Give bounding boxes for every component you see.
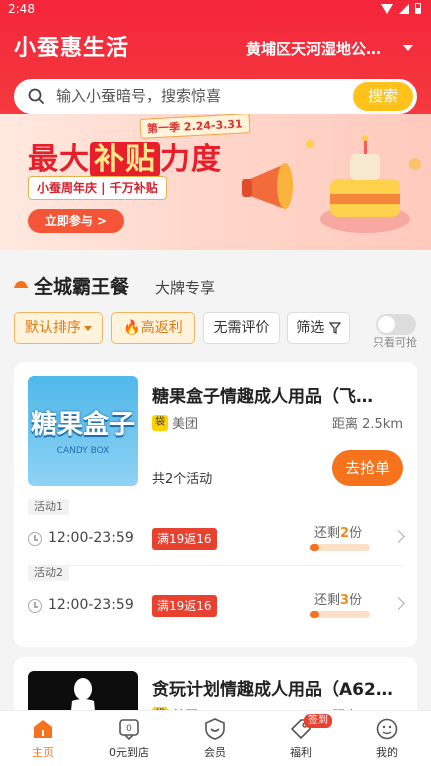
shop-name[interactable]: 糖果盒子情趣成人用品（飞… <box>152 382 402 407</box>
divider <box>28 565 403 566</box>
clock-icon <box>28 599 42 613</box>
app-title: 小蚕惠生活 <box>14 36 130 61</box>
banner-headline: 最大 补贴 力度 <box>28 134 222 178</box>
progress-fill <box>310 544 319 551</box>
nav-zero-yuan-label: 0元到店 <box>109 746 149 759</box>
battery-icon <box>415 3 421 14</box>
signal-icon <box>399 3 409 14</box>
meituan-icon: 袋 <box>152 414 168 431</box>
activity-count: 共2个活动 <box>152 472 213 487</box>
banner-headline-c: 力度 <box>160 142 222 177</box>
banner-megaphone-cake-illustration <box>242 135 421 233</box>
distance: 距离 2.5km <box>332 417 403 432</box>
thumbnail-title: 糖果盒子 <box>30 410 135 440</box>
high-rebate-filter[interactable]: 🔥高返利 <box>111 312 195 344</box>
status-time: 2:48 <box>8 2 35 16</box>
activity-tag: 活动1 <box>28 499 69 515</box>
activity-time: 12:00-23:59 <box>48 597 134 613</box>
nav-member[interactable]: 会员 <box>172 711 258 766</box>
chevron-right-icon[interactable] <box>392 530 405 543</box>
banner-cta-button[interactable]: 立即参与 > <box>28 209 124 233</box>
available-only-label: 只看可抢 <box>373 336 417 349</box>
main-content: 全城霸王餐 大牌专享 默认排序 🔥高返利 无需评价 筛选 只看可抢 糖果盒子 C… <box>0 250 431 737</box>
sort-dropdown[interactable]: 默认排序 <box>14 312 103 344</box>
svg-text:0: 0 <box>126 724 132 734</box>
search-button[interactable]: 搜索 <box>353 82 413 111</box>
remaining-count: 还剩2份 <box>314 522 362 541</box>
chevron-right-icon[interactable] <box>392 597 405 610</box>
wifi-icon <box>381 3 393 14</box>
chevron-down-icon[interactable] <box>403 45 413 51</box>
nav-home-label: 主页 <box>32 746 54 759</box>
clock-icon <box>28 532 42 546</box>
search-input[interactable] <box>56 87 316 105</box>
checkin-badge: 签到 <box>304 714 332 728</box>
location-selector[interactable]: 黄埔区天河湿地公… <box>246 38 396 59</box>
activity-row[interactable]: 12:00-23:59 满19返16 还剩2份 <box>28 520 405 560</box>
filter-button[interactable]: 筛选 <box>287 312 350 344</box>
activity-tag: 活动2 <box>28 565 69 581</box>
home-icon <box>34 720 52 738</box>
caret-down-icon <box>84 325 92 331</box>
remaining-suffix: 份 <box>349 526 363 541</box>
promo-banner[interactable]: 第一季 2.24-3.31 最大 补贴 力度 小蚕周年庆 | 千万补贴 立即参与 > <box>0 114 431 250</box>
nav-mine-label: 我的 <box>376 746 398 759</box>
status-icons <box>381 3 421 14</box>
nav-home[interactable]: 主页 <box>0 711 86 766</box>
banner-headline-a: 最大 <box>28 142 90 177</box>
search-icon <box>28 88 44 104</box>
funnel-icon <box>328 322 341 334</box>
activity-time: 12:00-23:59 <box>48 530 134 546</box>
remaining-progress-bar <box>310 544 370 551</box>
filter-label: 筛选 <box>296 320 325 336</box>
section-header: 全城霸王餐 大牌专享 <box>0 250 431 302</box>
nav-zero-yuan[interactable]: 0 0元到店 <box>86 711 172 766</box>
banner-headline-b: 补贴 <box>90 142 160 177</box>
banner-subline: 小蚕周年庆 | 千万补贴 <box>28 176 167 200</box>
sort-label: 默认排序 <box>25 320 81 336</box>
dish-cover-icon <box>14 281 28 288</box>
section-title: 全城霸王餐 <box>34 276 130 298</box>
available-only-toggle[interactable] <box>376 314 416 335</box>
thumbnail-subtitle: CANDY BOX <box>56 446 110 456</box>
remaining-number: 2 <box>340 526 350 541</box>
no-review-filter[interactable]: 无需评价 <box>203 312 280 344</box>
remaining-count: 还剩3份 <box>314 589 362 608</box>
platform: 袋 美团 <box>152 413 198 432</box>
shop-card[interactable]: 糖果盒子 CANDY BOX 糖果盒子情趣成人用品（飞… 袋 美团 距离 2.5… <box>14 362 417 647</box>
shop-thumbnail[interactable]: 糖果盒子 CANDY BOX <box>28 376 138 486</box>
shop-name[interactable]: 贪玩计划情趣成人用品（A62… <box>152 675 402 700</box>
nav-member-label: 会员 <box>204 746 226 759</box>
bottom-nav: 主页 0 0元到店 会员 签到 福利 我的 <box>0 710 431 766</box>
search-bar[interactable]: 搜索 <box>14 79 417 114</box>
remaining-number: 3 <box>340 593 350 608</box>
remaining-prefix: 还剩 <box>314 526 341 541</box>
zero-yuan-icon: 0 <box>119 719 139 741</box>
profile-icon <box>376 718 398 740</box>
remaining-prefix: 还剩 <box>314 593 341 608</box>
activity-row[interactable]: 12:00-23:59 满19返16 还剩3份 <box>28 587 405 627</box>
grab-order-button[interactable]: 去抢单 <box>332 450 403 486</box>
nav-welfare[interactable]: 签到 福利 <box>258 711 344 766</box>
status-bar: 2:48 <box>0 0 431 20</box>
progress-fill <box>310 611 319 618</box>
shield-icon <box>205 718 225 740</box>
platform-name: 美团 <box>172 417 199 432</box>
rebate-badge: 满19返16 <box>152 528 217 550</box>
nav-welfare-label: 福利 <box>290 746 312 759</box>
rebate-badge: 满19返16 <box>152 595 217 617</box>
filter-row: 默认排序 🔥高返利 无需评价 筛选 <box>0 312 431 346</box>
remaining-suffix: 份 <box>349 593 363 608</box>
section-subtitle[interactable]: 大牌专享 <box>155 277 215 298</box>
nav-mine[interactable]: 我的 <box>344 711 430 766</box>
remaining-progress-bar <box>310 611 370 618</box>
